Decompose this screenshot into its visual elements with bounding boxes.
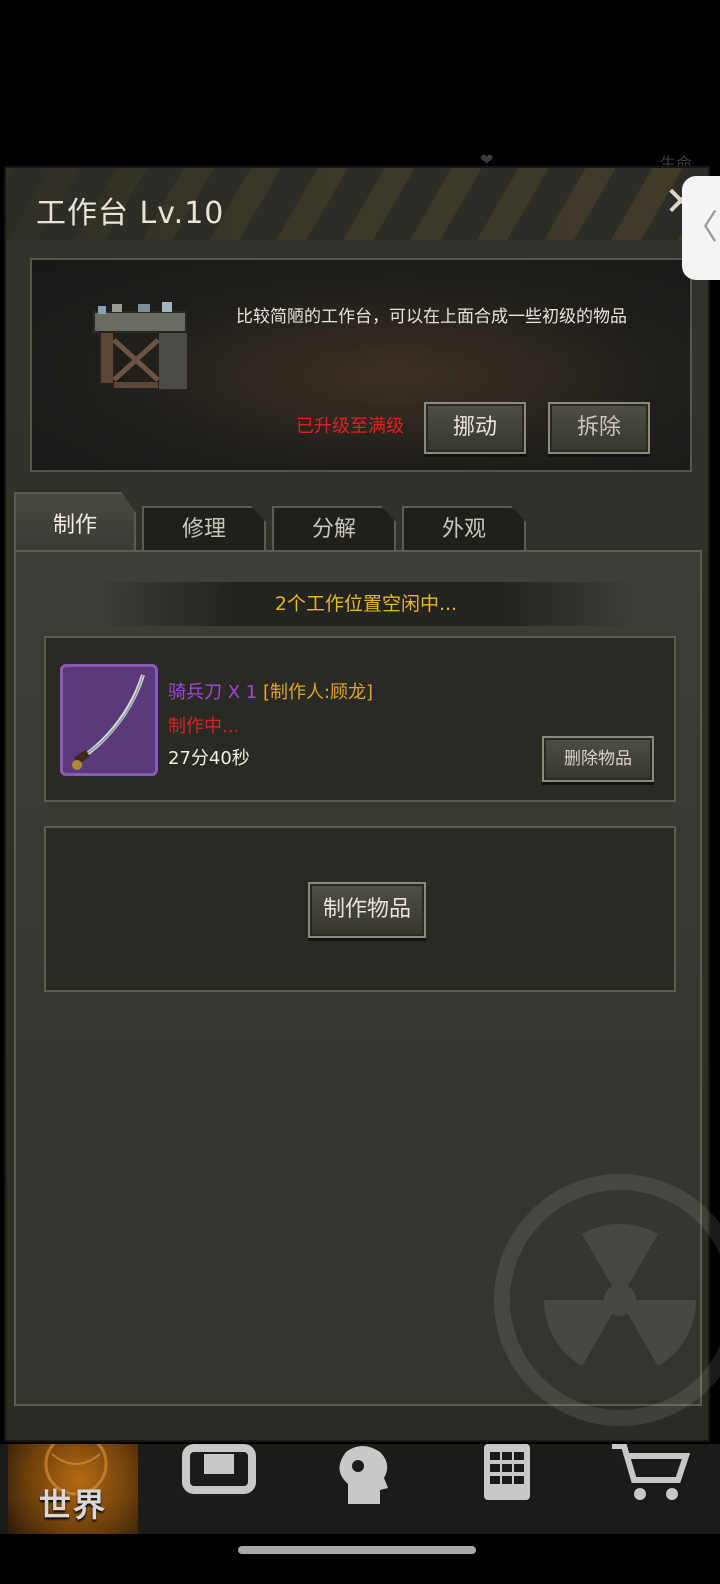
chevron-left-icon: 〈 [684, 208, 718, 248]
idle-status-strip: 2个工作位置空闲中... [96, 582, 636, 626]
workbench-info-box: 比较简陋的工作台，可以在上面合成一些初级的物品 已升级至满级 挪动 拆除 [30, 258, 692, 472]
nav-character[interactable] [314, 1444, 444, 1534]
item-status: 制作中... [168, 716, 240, 737]
craft-slot-active: 骑兵刀 X 1 [制作人:顾龙] 制作中... 27分40秒 删除物品 [44, 636, 676, 802]
calculator-icon [484, 1444, 530, 1500]
saber-icon [72, 674, 145, 770]
max-level-label: 已升级至满级 [296, 416, 404, 437]
bottom-navigation: 世界 [0, 1444, 720, 1534]
cart-icon [612, 1444, 691, 1500]
item-crafter: [制作人:顾龙] [257, 682, 374, 703]
radiation-watermark-icon [494, 1174, 720, 1426]
dismantle-button[interactable]: 拆除 [548, 402, 650, 454]
nav-inventory[interactable] [170, 1444, 300, 1534]
move-button[interactable]: 挪动 [424, 402, 526, 454]
screen: ❤ 生命 〈 工作台 Lv.10 ✕ 比较简陋的工作台，可以在上面合成一些初级的… [0, 0, 720, 1584]
workbench-icon [93, 302, 189, 391]
item-name: 骑兵刀 X 1 [168, 682, 258, 703]
head-icon [339, 1446, 388, 1504]
item-title-line: 骑兵刀 X 1 [制作人:顾龙] [168, 678, 373, 704]
craft-item-button[interactable]: 制作物品 [308, 882, 426, 938]
tab-salvage[interactable]: 分解 [272, 506, 396, 552]
backpack-icon [182, 1444, 256, 1494]
nav-device[interactable] [458, 1444, 588, 1534]
delete-item-button[interactable]: 删除物品 [542, 736, 654, 782]
workbench-description: 比较简陋的工作台，可以在上面合成一些初级的物品 [236, 307, 627, 327]
home-indicator[interactable] [238, 1546, 476, 1554]
item-time-left: 27分40秒 [168, 748, 250, 769]
craft-slot-empty: 制作物品 [44, 826, 676, 992]
side-drawer-handle[interactable]: 〈 [682, 176, 720, 280]
tab-appearance[interactable]: 外观 [402, 506, 526, 552]
tab-repair[interactable]: 修理 [142, 506, 266, 552]
item-icon-frame [60, 664, 158, 776]
nav-world-label: 世界 [38, 1486, 107, 1524]
nav-shop[interactable] [600, 1444, 720, 1534]
tab-craft[interactable]: 制作 [14, 492, 136, 552]
idle-status-text: 2个工作位置空闲中... [274, 593, 458, 615]
panel-title: 工作台 Lv.10 [36, 196, 225, 231]
nav-world[interactable]: 世界 [8, 1444, 138, 1534]
